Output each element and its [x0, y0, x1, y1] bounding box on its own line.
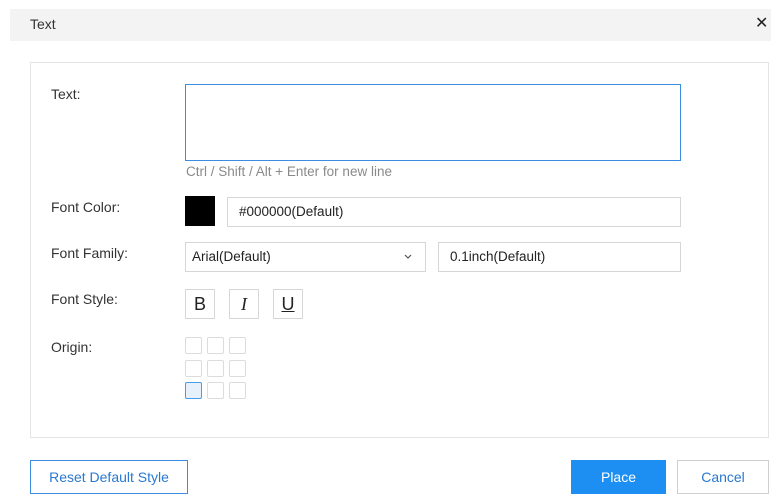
font-family-select[interactable]: Arial(Default) [185, 242, 426, 272]
chevron-down-icon [403, 243, 413, 283]
close-icon[interactable]: ✕ [755, 13, 771, 35]
font-color-input[interactable]: #000000(Default) [227, 197, 681, 227]
font-size-input[interactable]: 0.1inch(Default) [438, 242, 681, 272]
dialog-title: Text [30, 16, 56, 32]
origin-bottom-center[interactable] [207, 382, 224, 399]
text-input[interactable] [185, 84, 681, 161]
font-color-swatch[interactable] [185, 196, 215, 226]
origin-top-left[interactable] [185, 337, 202, 354]
origin-top-center[interactable] [207, 337, 224, 354]
font-family-label: Font Family: [51, 245, 129, 261]
origin-label: Origin: [51, 339, 93, 355]
origin-top-right[interactable] [229, 337, 246, 354]
place-button[interactable]: Place [571, 460, 666, 494]
dialog-titlebar: Text ✕ [10, 9, 771, 41]
origin-bottom-right[interactable] [229, 382, 246, 399]
underline-button[interactable]: U [273, 289, 303, 319]
cancel-button[interactable]: Cancel [677, 460, 769, 494]
origin-middle-left[interactable] [185, 360, 202, 377]
bold-button[interactable]: B [185, 289, 215, 319]
text-hint: Ctrl / Shift / Alt + Enter for new line [186, 164, 392, 179]
reset-default-style-button[interactable]: Reset Default Style [30, 460, 188, 494]
font-family-value: Arial(Default) [192, 249, 271, 264]
italic-button[interactable]: I [229, 289, 259, 319]
font-style-label: Font Style: [51, 291, 118, 307]
origin-bottom-left[interactable] [185, 382, 202, 399]
text-label: Text: [51, 86, 81, 102]
origin-middle-center[interactable] [207, 360, 224, 377]
font-color-label: Font Color: [51, 199, 121, 215]
origin-middle-right[interactable] [229, 360, 246, 377]
